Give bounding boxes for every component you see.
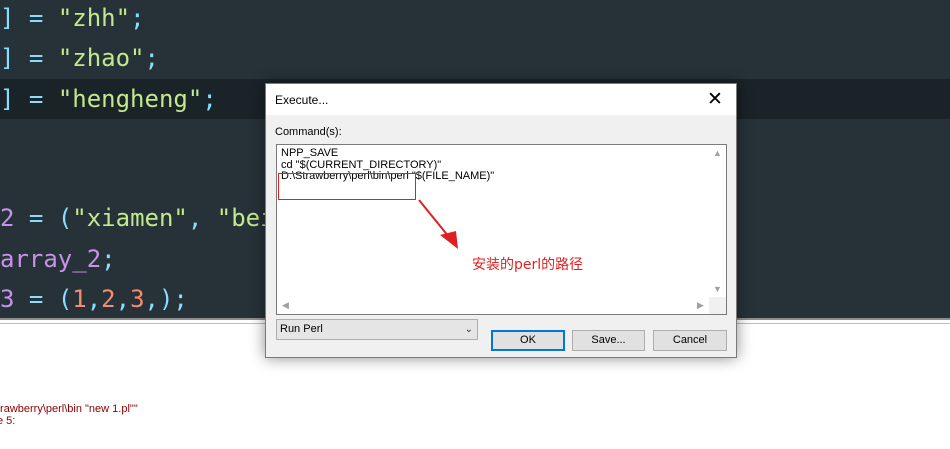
code-token: =	[14, 85, 58, 113]
code-token: );	[158, 285, 188, 313]
code-token: 3	[130, 285, 145, 313]
code-token: ,	[187, 204, 217, 232]
code-token: (	[57, 285, 73, 313]
chevron-down-icon: ⌄	[464, 324, 473, 335]
execute-dialog: Execute... ✕ Command(s): NPP_SAVE cd "$(…	[265, 83, 737, 358]
command-text[interactable]: NPP_SAVE cd "$(CURRENT_DIRECTORY)" D:\St…	[281, 147, 709, 298]
code-token: =	[14, 44, 58, 72]
scroll-down-icon[interactable]: ▼	[709, 281, 726, 298]
annotation-arrow-icon	[418, 199, 458, 249]
code-token: ;	[144, 44, 159, 72]
command-textarea[interactable]: NPP_SAVE cd "$(CURRENT_DIRECTORY)" D:\St…	[276, 144, 727, 315]
code-token: (	[57, 204, 73, 232]
command-label: Command(s):	[275, 126, 342, 138]
annotation-text: 安装的perl的路径	[472, 257, 584, 273]
vertical-scrollbar[interactable]: ▲ ▼	[709, 145, 726, 298]
code-token: ;	[130, 4, 145, 32]
console-output-panel: trawberry\perl\bin "new 1.pl"" e 5:	[0, 348, 950, 449]
script-select-value: Run Perl	[280, 323, 323, 335]
console-line: e 5:	[0, 415, 16, 427]
code-token: ]	[0, 85, 15, 113]
code-token: "hengheng"	[57, 85, 203, 113]
ok-button[interactable]: OK	[491, 330, 565, 351]
code-token: 1	[72, 285, 87, 313]
code-token: "zhao"	[57, 44, 145, 72]
code-token: ,	[86, 285, 102, 313]
cancel-button[interactable]: Cancel	[653, 330, 727, 351]
code-token: "xiamen"	[72, 204, 188, 232]
scroll-corner	[709, 297, 726, 314]
code-token: =	[14, 204, 58, 232]
save-button[interactable]: Save...	[572, 330, 645, 351]
code-token: ]	[0, 44, 15, 72]
horizontal-scrollbar[interactable]: ◀ ▶	[277, 297, 709, 314]
code-token: ,	[115, 285, 131, 313]
code-token: array_2	[0, 245, 102, 273]
code-token: 2	[101, 285, 116, 313]
scroll-left-icon[interactable]: ◀	[277, 297, 294, 314]
console-line: trawberry\perl\bin "new 1.pl""	[0, 403, 138, 415]
code-line: ] = "zhh";	[0, 0, 950, 38]
code-token: ,	[144, 285, 159, 313]
close-icon[interactable]: ✕	[694, 84, 736, 115]
scroll-right-icon[interactable]: ▶	[692, 297, 709, 314]
code-token: ]	[0, 4, 15, 32]
code-token: 2	[0, 204, 15, 232]
dialog-titlebar[interactable]: Execute... ✕	[266, 84, 736, 115]
dialog-title: Execute...	[275, 93, 329, 107]
scroll-up-icon[interactable]: ▲	[709, 145, 726, 162]
code-token: =	[14, 4, 58, 32]
code-token: 3	[0, 285, 15, 313]
code-token: "zhh"	[57, 4, 131, 32]
code-token: =	[14, 285, 58, 313]
code-token: ;	[101, 245, 116, 273]
code-line: ] = "zhao";	[0, 38, 950, 78]
script-select[interactable]: Run Perl ⌄	[276, 319, 478, 340]
code-token: ;	[202, 85, 217, 113]
